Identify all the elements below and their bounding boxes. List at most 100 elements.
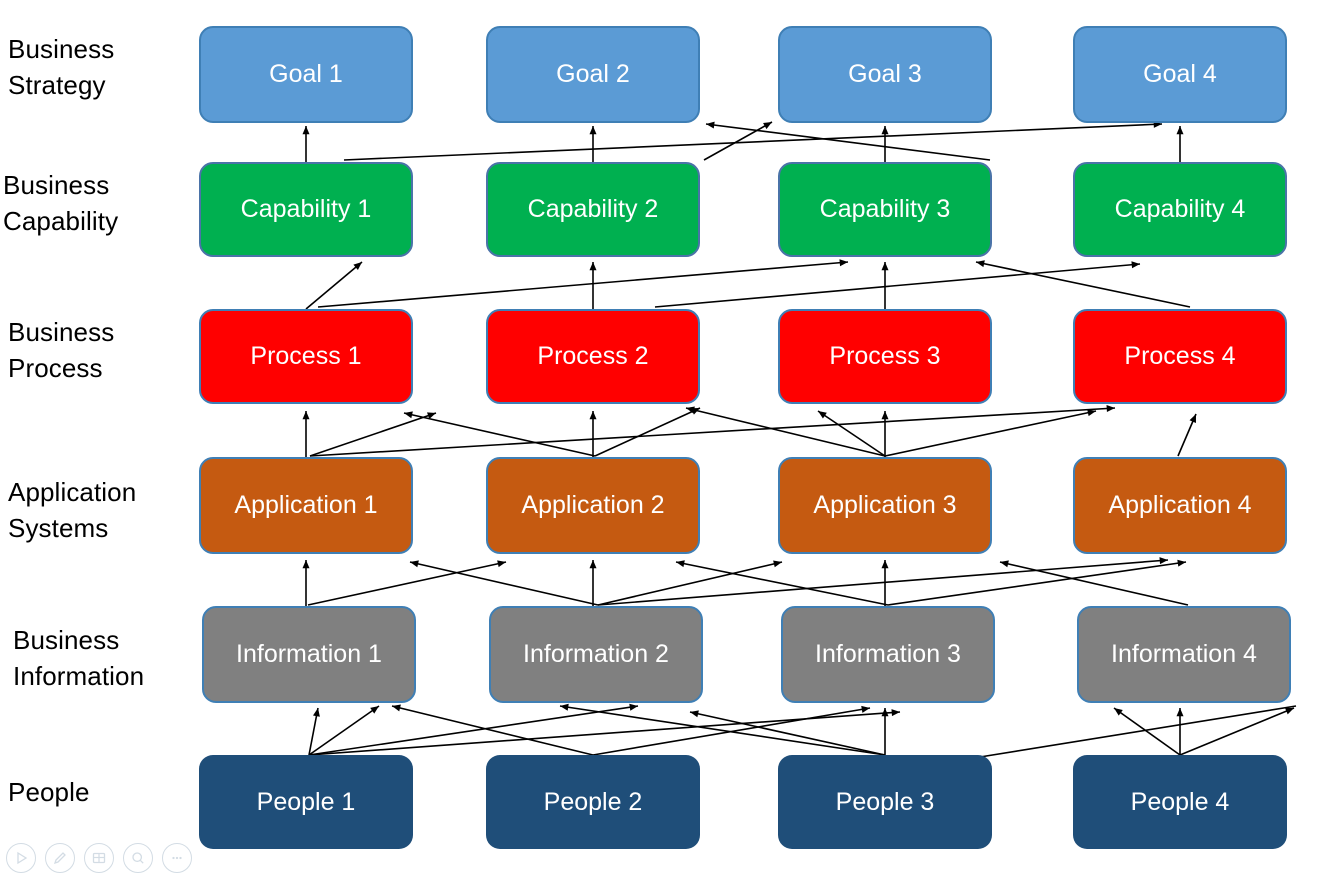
- node-label: Goal 2: [556, 60, 630, 88]
- connector-43: [689, 710, 886, 756]
- connector-18: [309, 404, 1116, 457]
- connector-5: [343, 120, 1163, 161]
- connector-47: [1179, 707, 1295, 756]
- node-business-capability-3[interactable]: Capability 3: [778, 162, 992, 257]
- connector-30: [597, 560, 783, 606]
- node-business-information-1[interactable]: Information 1: [202, 606, 416, 703]
- connector-13: [975, 260, 1191, 308]
- connector-28: [307, 560, 507, 606]
- connector-10: [881, 262, 889, 309]
- row-label-business-information: Business Information: [13, 625, 145, 691]
- connector-44: [979, 705, 1297, 758]
- node-application-systems-1[interactable]: Application 1: [199, 457, 413, 554]
- more-icon[interactable]: [162, 843, 192, 873]
- connector-27: [881, 560, 889, 606]
- connector-33: [887, 559, 1187, 606]
- connector-45: [1176, 708, 1184, 755]
- connector-23: [884, 409, 1097, 457]
- zoom-icon[interactable]: [123, 843, 153, 873]
- node-label: Goal 4: [1143, 60, 1217, 88]
- connector-layer: [302, 120, 1297, 758]
- node-people-1[interactable]: People 1: [199, 755, 413, 849]
- node-business-strategy-1[interactable]: Goal 1: [199, 26, 413, 123]
- connector-14: [302, 411, 310, 457]
- node-business-process-4[interactable]: Process 4: [1073, 309, 1287, 404]
- connector-24: [1177, 413, 1197, 457]
- node-people-4[interactable]: People 4: [1073, 755, 1287, 849]
- node-business-capability-1[interactable]: Capability 1: [199, 162, 413, 257]
- node-label: Capability 3: [819, 195, 951, 223]
- node-label: Information 4: [1111, 640, 1257, 668]
- node-business-information-4[interactable]: Information 4: [1077, 606, 1291, 703]
- node-people-3[interactable]: People 3: [778, 755, 992, 849]
- play-icon[interactable]: [6, 843, 36, 873]
- connector-38: [308, 709, 901, 756]
- node-label: Information 2: [523, 640, 669, 668]
- node-label: Application 2: [521, 491, 665, 519]
- connector-21: [685, 406, 886, 457]
- connector-6: [703, 121, 773, 161]
- connector-26: [589, 560, 597, 606]
- node-business-process-3[interactable]: Process 3: [778, 309, 992, 404]
- connector-46: [1113, 707, 1181, 756]
- node-label: Goal 1: [269, 60, 343, 88]
- connector-37: [308, 703, 639, 756]
- node-application-systems-2[interactable]: Application 2: [486, 457, 700, 554]
- node-label: Process 4: [1124, 342, 1236, 370]
- connector-15: [589, 411, 597, 457]
- connector-35: [308, 707, 320, 756]
- connector-36: [308, 705, 380, 756]
- connector-8: [305, 261, 363, 310]
- connector-34: [999, 560, 1189, 606]
- connector-3: [881, 126, 889, 162]
- node-business-strategy-3[interactable]: Goal 3: [778, 26, 992, 123]
- connector-29: [409, 560, 599, 606]
- row-label-application-systems: Application Systems: [8, 477, 137, 543]
- node-label: Process 1: [250, 342, 362, 370]
- node-people-2[interactable]: People 2: [486, 755, 700, 849]
- connector-22: [817, 410, 886, 457]
- slide-canvas: Business Strategy Business Capability Busi…: [0, 0, 1331, 875]
- node-label: Application 4: [1108, 491, 1252, 519]
- node-application-systems-4[interactable]: Application 4: [1073, 457, 1287, 554]
- node-label: Capability 4: [1114, 195, 1246, 223]
- node-label: Capability 2: [527, 195, 659, 223]
- connector-25: [302, 560, 310, 606]
- row-label-business-strategy: Business Strategy: [8, 34, 115, 100]
- node-business-process-2[interactable]: Process 2: [486, 309, 700, 404]
- connector-20: [594, 407, 701, 457]
- connector-40: [592, 705, 871, 756]
- connector-17: [309, 412, 437, 457]
- node-business-process-1[interactable]: Process 1: [199, 309, 413, 404]
- connector-12: [654, 261, 1141, 308]
- node-business-capability-4[interactable]: Capability 4: [1073, 162, 1287, 257]
- pen-icon[interactable]: [45, 843, 75, 873]
- node-label: Goal 3: [848, 60, 922, 88]
- node-label: Application 3: [813, 491, 957, 519]
- node-application-systems-3[interactable]: Application 3: [778, 457, 992, 554]
- connector-1: [302, 126, 310, 162]
- connector-16: [881, 411, 889, 457]
- node-business-capability-2[interactable]: Capability 2: [486, 162, 700, 257]
- node-label: Capability 1: [240, 195, 372, 223]
- connector-19: [403, 411, 596, 457]
- connector-4: [1176, 126, 1184, 162]
- connector-39: [391, 704, 594, 756]
- grid-icon[interactable]: [84, 843, 114, 873]
- connector-7: [705, 121, 991, 161]
- presentation-toolbar[interactable]: [6, 843, 192, 873]
- node-business-strategy-2[interactable]: Goal 2: [486, 26, 700, 123]
- connector-42: [559, 703, 886, 756]
- connector-2: [589, 126, 597, 162]
- node-business-strategy-4[interactable]: Goal 4: [1073, 26, 1287, 123]
- node-label: People 3: [835, 787, 935, 816]
- node-label: Application 1: [234, 491, 378, 519]
- node-label: Process 2: [537, 342, 649, 370]
- connector-41: [881, 708, 889, 755]
- node-business-information-3[interactable]: Information 3: [781, 606, 995, 703]
- row-label-business-process: Business Process: [8, 317, 115, 383]
- node-label: Information 3: [815, 640, 961, 668]
- node-business-information-2[interactable]: Information 2: [489, 606, 703, 703]
- node-label: People 1: [256, 787, 356, 816]
- row-label-people: People: [8, 777, 90, 807]
